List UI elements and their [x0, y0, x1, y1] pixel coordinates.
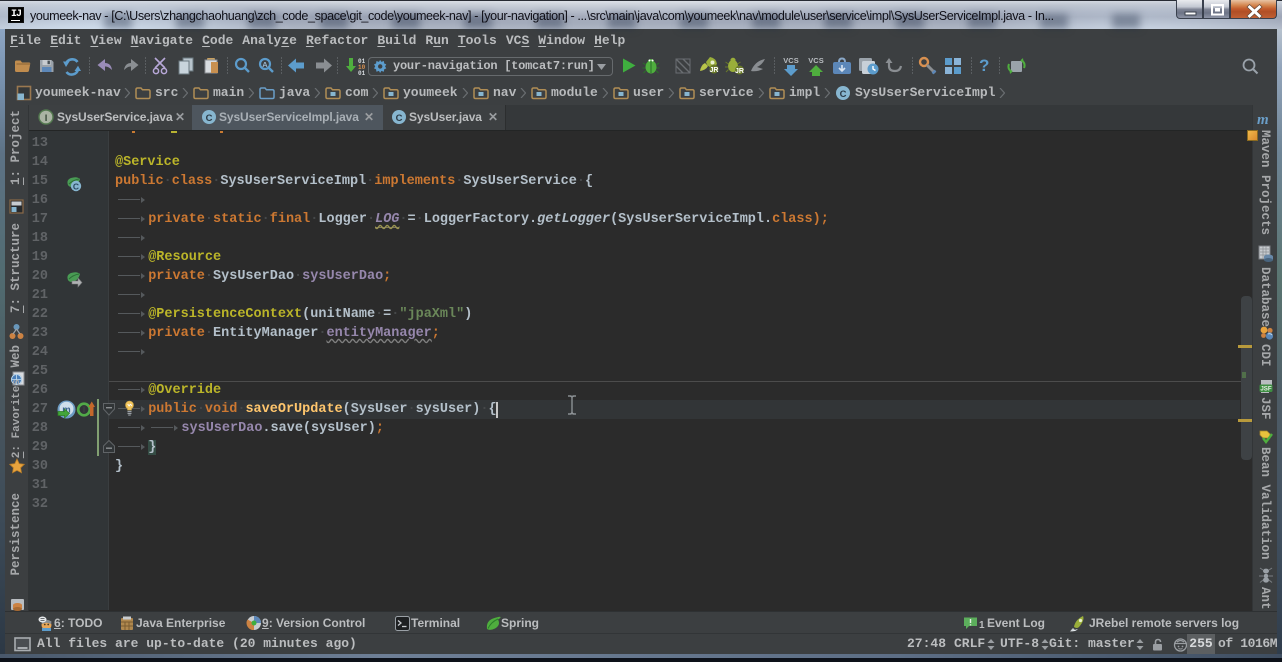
- svg-text:C: C: [396, 113, 403, 124]
- svg-text:C: C: [840, 89, 847, 100]
- svg-text:JSF: JSF: [1260, 385, 1272, 392]
- svg-text:VCS: VCS: [783, 56, 798, 65]
- svg-text:JR: JR: [710, 67, 719, 74]
- svg-text:A: A: [262, 60, 268, 69]
- svg-text:JR: JR: [735, 68, 744, 75]
- svg-text:C: C: [206, 113, 213, 124]
- svg-text:I: I: [45, 113, 48, 124]
- svg-text:C: C: [73, 182, 79, 192]
- svg-text:01: 01: [358, 70, 366, 76]
- svg-text:VCS: VCS: [808, 56, 823, 65]
